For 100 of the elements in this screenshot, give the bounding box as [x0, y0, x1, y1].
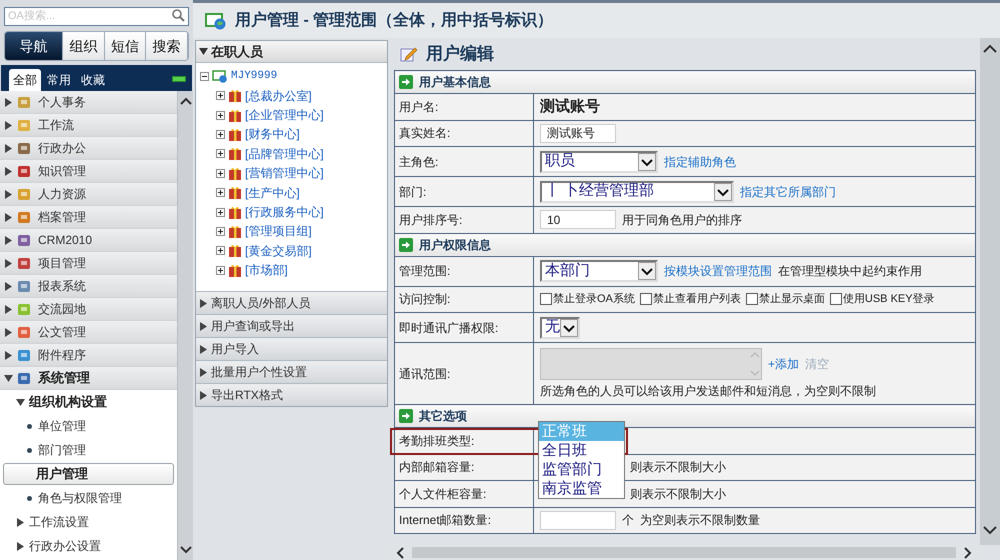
- nav-tab[interactable]: 搜索: [146, 32, 188, 60]
- menu-item[interactable]: CRM2010: [0, 229, 177, 252]
- collapsed-icon[interactable]: [4, 328, 13, 336]
- accordion-header[interactable]: 用户导入: [196, 337, 387, 360]
- collapsed-icon[interactable]: [4, 350, 13, 360]
- scroll-left-icon[interactable]: [396, 546, 404, 558]
- tree-node[interactable]: [生产中心]: [200, 182, 387, 202]
- dropdown-option[interactable]: 全日班: [539, 440, 624, 460]
- tree-node[interactable]: [管理项目组]: [200, 222, 387, 242]
- nav-tab[interactable]: 短信: [104, 32, 146, 60]
- checkbox[interactable]: [746, 293, 758, 306]
- tree-node[interactable]: [企业管理中心]: [200, 105, 387, 125]
- collapsed-icon[interactable]: [4, 258, 13, 268]
- scrollbar[interactable]: [980, 38, 1000, 545]
- menu-item[interactable]: 交流园地: [0, 298, 177, 321]
- collapsed-icon[interactable]: [4, 166, 13, 176]
- collapse-box-icon[interactable]: [200, 72, 209, 81]
- scroll-up-icon[interactable]: [983, 44, 997, 53]
- sub-tab[interactable]: 全部: [9, 69, 41, 91]
- accordion-header[interactable]: 离职人员/外部人员: [196, 291, 387, 314]
- checkbox[interactable]: [640, 293, 652, 306]
- menu-item[interactable]: 附件程序: [0, 344, 177, 367]
- menu-item[interactable]: 人力资源: [0, 183, 177, 206]
- expand-box-icon[interactable]: [216, 130, 225, 139]
- collapsed-icon[interactable]: [4, 236, 13, 244]
- input-field[interactable]: [540, 510, 616, 530]
- sub-tab[interactable]: 收藏: [77, 69, 109, 91]
- menu-item[interactable]: 工作流: [0, 114, 177, 137]
- link[interactable]: 指定其它所属部门: [740, 182, 836, 200]
- link[interactable]: +添加: [768, 354, 800, 372]
- menu-item[interactable]: 行政办公: [0, 137, 177, 160]
- tree-node[interactable]: [黄金交易部]: [200, 241, 387, 261]
- collapsed-icon[interactable]: [4, 98, 13, 106]
- tree-node[interactable]: [营销管理中心]: [200, 164, 387, 183]
- menu-item[interactable]: 个人事务: [0, 91, 177, 114]
- scroll-down-icon[interactable]: [180, 546, 192, 554]
- accordion-header[interactable]: 在职人员: [196, 41, 387, 63]
- search-field[interactable]: OA搜索...: [4, 6, 189, 26]
- expand-box-icon[interactable]: [216, 168, 225, 178]
- collapsed-icon[interactable]: [16, 542, 25, 550]
- select-field[interactable]: 无: [540, 316, 580, 338]
- input-field[interactable]: 10: [540, 210, 616, 230]
- expand-box-icon[interactable]: [216, 208, 225, 217]
- expanded-icon[interactable]: [199, 47, 208, 56]
- collapsed-icon[interactable]: [4, 304, 13, 314]
- collapsed-icon[interactable]: [199, 322, 208, 330]
- input-field[interactable]: 测试账号: [540, 124, 616, 143]
- select-field[interactable]: 本部门: [540, 260, 658, 282]
- scrollbar[interactable]: [177, 91, 193, 560]
- menu-item[interactable]: 报表系统: [0, 275, 177, 298]
- tree-node[interactable]: [总裁办公室]: [200, 86, 387, 106]
- tree-node[interactable]: [行政服务中心]: [200, 202, 387, 222]
- dropdown-option[interactable]: 监管部门: [539, 460, 624, 479]
- link[interactable]: 按模块设置管理范围: [664, 262, 772, 280]
- accordion-header[interactable]: 用户查询或导出: [196, 314, 387, 337]
- tree-node[interactable]: [市场部]: [200, 260, 387, 280]
- collapsed-icon[interactable]: [199, 390, 208, 400]
- collapsed-icon[interactable]: [4, 282, 13, 290]
- accordion-header[interactable]: 批量用户个性设置: [196, 360, 387, 383]
- collapsed-icon[interactable]: [4, 144, 13, 152]
- collapsed-icon[interactable]: [4, 212, 13, 222]
- tree-node[interactable]: [品牌管理中心]: [200, 144, 387, 164]
- dropdown-option[interactable]: 南京监管: [539, 478, 624, 498]
- menu-item[interactable]: 知识管理: [0, 160, 177, 183]
- nav-tab[interactable]: 导航: [5, 32, 63, 60]
- scroll-right-icon[interactable]: [964, 546, 972, 558]
- collapsed-icon[interactable]: [16, 518, 25, 526]
- expanded-icon[interactable]: [16, 398, 25, 406]
- menu-item[interactable]: 项目管理: [0, 252, 177, 275]
- menu-item[interactable]: 档案管理: [0, 206, 177, 229]
- expand-box-icon[interactable]: [216, 246, 225, 256]
- menu-item[interactable]: 用户管理: [3, 463, 174, 485]
- expand-box-icon[interactable]: [216, 188, 225, 198]
- scroll-down-icon[interactable]: [983, 526, 997, 535]
- link[interactable]: 指定辅助角色: [664, 152, 736, 170]
- select-field[interactable]: 职员: [540, 150, 658, 172]
- menu-item[interactable]: 公文管理: [0, 321, 177, 344]
- expanded-icon[interactable]: [4, 374, 13, 382]
- expand-box-icon[interactable]: [216, 110, 225, 120]
- search-icon[interactable]: [172, 9, 185, 22]
- checkbox[interactable]: [540, 293, 552, 306]
- expand-box-icon[interactable]: [216, 149, 225, 158]
- collapsed-icon[interactable]: [199, 344, 208, 354]
- expand-box-icon[interactable]: [216, 266, 225, 275]
- accordion-header[interactable]: 导出RTX格式: [196, 383, 387, 406]
- checkbox[interactable]: [830, 293, 842, 306]
- nav-tab[interactable]: 组织: [63, 32, 105, 60]
- collapsed-icon[interactable]: [4, 120, 13, 130]
- sub-tab[interactable]: 常用: [43, 69, 75, 91]
- collapsed-icon[interactable]: [199, 298, 208, 308]
- collapsed-icon[interactable]: [4, 190, 13, 198]
- tree-node[interactable]: [财务中心]: [200, 124, 387, 144]
- expand-box-icon[interactable]: [216, 91, 225, 100]
- select-field[interactable]: 丨 卜经营管理部: [540, 180, 734, 202]
- collapsed-icon[interactable]: [199, 368, 208, 376]
- expand-box-icon[interactable]: [216, 226, 225, 236]
- menu-item[interactable]: 系统管理: [0, 367, 177, 390]
- scroll-up-icon[interactable]: [180, 97, 192, 105]
- tree-node[interactable]: MJY9999: [200, 67, 387, 86]
- field-label: 个人文件柜容量:: [394, 480, 534, 507]
